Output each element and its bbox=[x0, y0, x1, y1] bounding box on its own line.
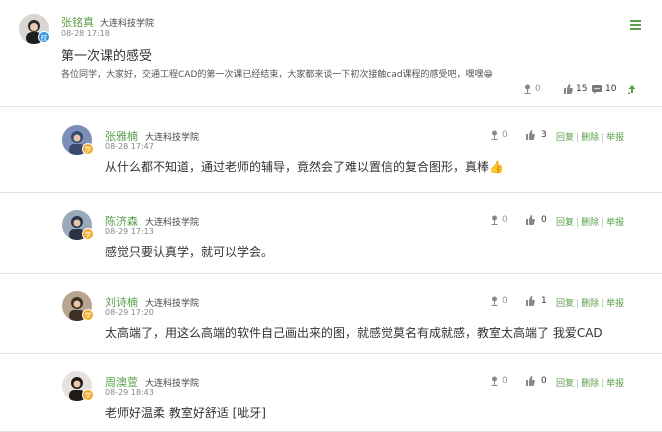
reply-item: 学 陈济森 大连科技学院 08-29 17:13 0 0 回复 | 删除 | 举报 感觉… bbox=[0, 193, 662, 274]
flower-stat[interactable]: 0 bbox=[490, 376, 508, 386]
reply-content: 感觉只要认真学，就可以学会。 bbox=[105, 245, 274, 259]
flower-stat[interactable]: 0 bbox=[490, 130, 508, 140]
delete-button[interactable]: 删除 bbox=[581, 218, 599, 228]
reply-content: 从什么都不知道，通过老师的辅导，竟然会了难以置信的复合图形，真棒👍 bbox=[105, 160, 504, 174]
reply-time: 08-28 17:47 bbox=[105, 142, 154, 151]
reply-button[interactable]: 回复 bbox=[556, 133, 574, 143]
flower-icon bbox=[491, 296, 498, 306]
flower-icon bbox=[491, 215, 498, 225]
post-body: 各位同学，大家好，交通工程CAD的第一次课已经结束，大家都来谈一下初次接触cad… bbox=[61, 70, 493, 80]
separator: | bbox=[601, 218, 605, 228]
like-count: 1 bbox=[541, 296, 547, 306]
flower-count: 0 bbox=[502, 215, 508, 225]
reply-button[interactable]: 回复 bbox=[556, 218, 574, 228]
reply-button[interactable]: 回复 bbox=[556, 379, 574, 389]
comment-count: 10 bbox=[605, 84, 617, 94]
separator: | bbox=[601, 133, 605, 143]
reply-item: 学 周澳萱 大连科技学院 08-29 18:43 0 0 回复 | 删除 | 举报 老师… bbox=[0, 354, 662, 432]
report-button[interactable]: 举报 bbox=[606, 133, 624, 143]
flower-count: 0 bbox=[502, 296, 508, 306]
flower-icon bbox=[491, 376, 498, 386]
student-badge: 学 bbox=[82, 389, 94, 401]
student-badge: 学 bbox=[82, 309, 94, 321]
like-stat[interactable]: 15 bbox=[563, 84, 587, 94]
report-button[interactable]: 举报 bbox=[606, 218, 624, 228]
separator: | bbox=[576, 218, 580, 228]
separator: | bbox=[576, 299, 580, 309]
flower-stat[interactable]: 0 bbox=[490, 215, 508, 225]
reply-actions: 回复 | 删除 | 举报 bbox=[556, 376, 624, 389]
reply-actions: 回复 | 删除 | 举报 bbox=[556, 296, 624, 309]
like-stat[interactable]: 0 bbox=[525, 215, 547, 225]
separator: | bbox=[576, 379, 580, 389]
separator: | bbox=[601, 299, 605, 309]
flower-count: 0 bbox=[502, 130, 508, 140]
menu-icon[interactable] bbox=[630, 20, 641, 30]
post-time: 08-28 17:18 bbox=[61, 29, 110, 38]
reply-button[interactable]: 回复 bbox=[556, 299, 574, 309]
flower-stat[interactable]: 0 bbox=[523, 84, 541, 94]
comment-icon bbox=[592, 84, 602, 94]
reply-time: 08-29 17:13 bbox=[105, 227, 154, 236]
report-button[interactable]: 举报 bbox=[606, 379, 624, 389]
like-stat[interactable]: 1 bbox=[525, 296, 547, 306]
reply-item: 学 刘诗楠 大连科技学院 08-29 17:20 0 1 回复 | 删除 | 举报 太高… bbox=[0, 274, 662, 354]
flower-stat[interactable]: 0 bbox=[490, 296, 508, 306]
collapse-button[interactable] bbox=[627, 84, 637, 94]
separator: | bbox=[601, 379, 605, 389]
delete-button[interactable]: 删除 bbox=[581, 379, 599, 389]
thumb-up-icon bbox=[564, 84, 573, 94]
student-badge: 学 bbox=[82, 228, 94, 240]
main-post: 校 张铭真 大连科技学院 08-28 17:18 第一次课的感受 各位同学，大家… bbox=[0, 0, 662, 107]
author-school: 大连科技学院 bbox=[100, 19, 155, 29]
student-badge: 学 bbox=[82, 143, 94, 155]
reply-time: 08-29 18:43 bbox=[105, 388, 154, 397]
reply-item: 学 张雅楠 大连科技学院 08-28 17:47 0 3 回复 | 删除 | 举报 从什… bbox=[0, 108, 662, 193]
comment-stat[interactable]: 10 bbox=[592, 84, 616, 94]
thumb-up-icon bbox=[526, 130, 535, 140]
like-count: 0 bbox=[541, 376, 547, 386]
flower-icon bbox=[491, 130, 498, 140]
like-count: 0 bbox=[541, 215, 547, 225]
collapse-up-icon bbox=[628, 85, 636, 94]
teacher-badge: 校 bbox=[38, 31, 50, 43]
flower-icon bbox=[524, 84, 531, 94]
like-count: 15 bbox=[576, 84, 588, 94]
delete-button[interactable]: 删除 bbox=[581, 133, 599, 143]
reply-content: 太高端了，用这么高端的软件自己画出来的图，就感觉莫名有成就感，教室太高端了 我爱… bbox=[105, 326, 603, 340]
flower-count: 0 bbox=[535, 84, 541, 94]
thumb-up-icon bbox=[526, 296, 535, 306]
reply-actions: 回复 | 删除 | 举报 bbox=[556, 130, 624, 143]
post-title: 第一次课的感受 bbox=[61, 49, 153, 64]
flower-count: 0 bbox=[502, 376, 508, 386]
delete-button[interactable]: 删除 bbox=[581, 299, 599, 309]
reply-time: 08-29 17:20 bbox=[105, 308, 154, 317]
thumb-up-icon bbox=[526, 215, 535, 225]
like-count: 3 bbox=[541, 130, 547, 140]
like-stat[interactable]: 0 bbox=[525, 376, 547, 386]
separator: | bbox=[576, 133, 580, 143]
author-name[interactable]: 张铭真 bbox=[61, 14, 94, 30]
reply-content: 老师好温柔 教室好舒适 [呲牙] bbox=[105, 406, 266, 420]
report-button[interactable]: 举报 bbox=[606, 299, 624, 309]
thumb-up-icon bbox=[526, 376, 535, 386]
reply-actions: 回复 | 删除 | 举报 bbox=[556, 215, 624, 228]
like-stat[interactable]: 3 bbox=[525, 130, 547, 140]
